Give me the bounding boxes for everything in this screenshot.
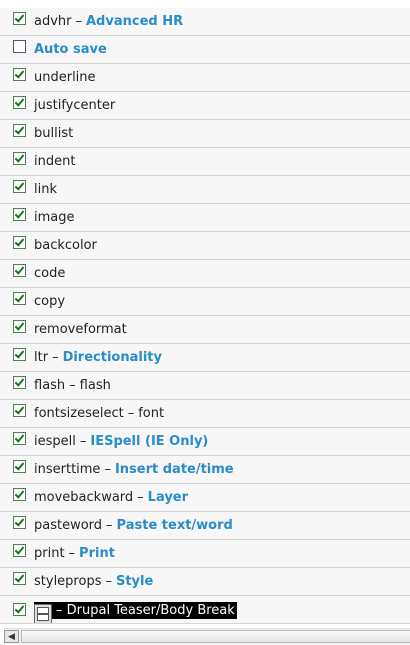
checkbox[interactable] xyxy=(13,488,26,501)
button-description: Paste text/word xyxy=(116,518,233,533)
separator: – xyxy=(69,378,76,393)
checkbox[interactable] xyxy=(13,40,26,53)
list-item: bullist xyxy=(0,120,410,148)
list-item: Auto save xyxy=(0,36,410,64)
list-item: flash – flash xyxy=(0,372,410,400)
separator: – xyxy=(52,350,59,365)
separator: – xyxy=(68,546,76,561)
button-description: font xyxy=(138,406,165,421)
checkbox[interactable] xyxy=(13,348,26,361)
checkbox[interactable] xyxy=(13,208,26,221)
list-item: advhr – Advanced HR xyxy=(0,8,410,36)
list-item: fontsizeselect – font xyxy=(0,400,410,428)
button-name: advhr xyxy=(34,14,72,29)
separator: – xyxy=(104,462,111,477)
separator: – xyxy=(137,490,144,505)
list-item: underline xyxy=(0,64,410,92)
list-item: removeformat xyxy=(0,316,410,344)
teaser-break-icon xyxy=(34,603,52,623)
list-item: image xyxy=(0,204,410,232)
button-name: justifycenter xyxy=(34,98,116,113)
button-name: fontsizeselect xyxy=(34,406,124,421)
separator: – xyxy=(105,574,112,589)
checkbox[interactable] xyxy=(13,320,26,333)
list-item: justifycenter xyxy=(0,92,410,120)
list-item-teaser: – Drupal Teaser/Body Break xyxy=(0,596,410,624)
checkbox[interactable] xyxy=(13,68,26,81)
button-name: underline xyxy=(34,70,96,85)
list-item: indent xyxy=(0,148,410,176)
button-name: copy xyxy=(34,294,66,309)
button-description: Directionality xyxy=(62,350,162,365)
button-name: link xyxy=(34,182,57,197)
list-item: iespell – IESpell (IE Only) xyxy=(0,428,410,456)
button-description: IESpell (IE Only) xyxy=(90,434,209,449)
button-name: movebackward xyxy=(34,490,134,505)
checkbox[interactable] xyxy=(13,180,26,193)
list-item: print – Print xyxy=(0,540,410,568)
scroll-left-icon[interactable]: ◀ xyxy=(4,630,19,643)
button-name: bullist xyxy=(34,126,74,141)
list-item: ltr – Directionality xyxy=(0,344,410,372)
button-description: Auto save xyxy=(34,42,107,57)
list-item: styleprops – Style xyxy=(0,568,410,596)
checkbox[interactable] xyxy=(13,124,26,137)
list-item: movebackward – Layer xyxy=(0,484,410,512)
list-item: inserttime – Insert date/time xyxy=(0,456,410,484)
button-description: Layer xyxy=(147,490,189,505)
button-name: iespell xyxy=(34,434,76,449)
checkbox[interactable] xyxy=(13,572,26,585)
list-item: copy xyxy=(0,288,410,316)
checkbox[interactable] xyxy=(13,12,26,25)
checkbox[interactable] xyxy=(13,152,26,165)
scroll-track[interactable] xyxy=(21,630,410,643)
button-name: styleprops xyxy=(34,574,102,589)
list-item: backcolor xyxy=(0,232,410,260)
checkbox[interactable] xyxy=(13,376,26,389)
checkbox[interactable] xyxy=(13,264,26,277)
separator: – xyxy=(106,518,113,533)
button-name: image xyxy=(34,210,75,225)
checkbox[interactable] xyxy=(13,544,26,557)
button-name: ltr xyxy=(34,350,49,365)
list-item: code xyxy=(0,260,410,288)
list-item: pasteword – Paste text/word xyxy=(0,512,410,540)
checkbox[interactable] xyxy=(13,404,26,417)
list-item: link xyxy=(0,176,410,204)
button-list: advhr – Advanced HR Auto save underline justi… xyxy=(0,0,410,624)
button-name: code xyxy=(34,266,66,281)
button-description: Print xyxy=(79,546,115,561)
button-name: indent xyxy=(34,154,76,169)
teaser-highlight: – Drupal Teaser/Body Break xyxy=(34,602,237,623)
checkbox[interactable] xyxy=(13,460,26,473)
button-name: removeformat xyxy=(34,322,127,337)
button-name: flash xyxy=(34,378,66,393)
button-name: backcolor xyxy=(34,238,97,253)
separator: – xyxy=(75,14,83,29)
button-description: Advanced HR xyxy=(86,14,184,29)
button-description: Style xyxy=(115,574,154,589)
button-description: Insert date/time xyxy=(114,462,234,477)
teaser-label: – Drupal Teaser/Body Break xyxy=(56,603,235,618)
button-name: print xyxy=(34,546,65,561)
checkbox[interactable] xyxy=(13,96,26,109)
separator: – xyxy=(79,434,87,449)
checkbox[interactable] xyxy=(13,432,26,445)
button-description: flash xyxy=(79,378,111,393)
checkbox[interactable] xyxy=(13,292,26,305)
separator: – xyxy=(127,406,135,421)
teaser-checkbox[interactable] xyxy=(13,603,26,616)
horizontal-scrollbar[interactable]: ◀ xyxy=(4,628,410,644)
button-name: pasteword xyxy=(34,518,103,533)
checkbox[interactable] xyxy=(13,236,26,249)
checkbox[interactable] xyxy=(13,516,26,529)
button-name: inserttime xyxy=(34,462,101,477)
